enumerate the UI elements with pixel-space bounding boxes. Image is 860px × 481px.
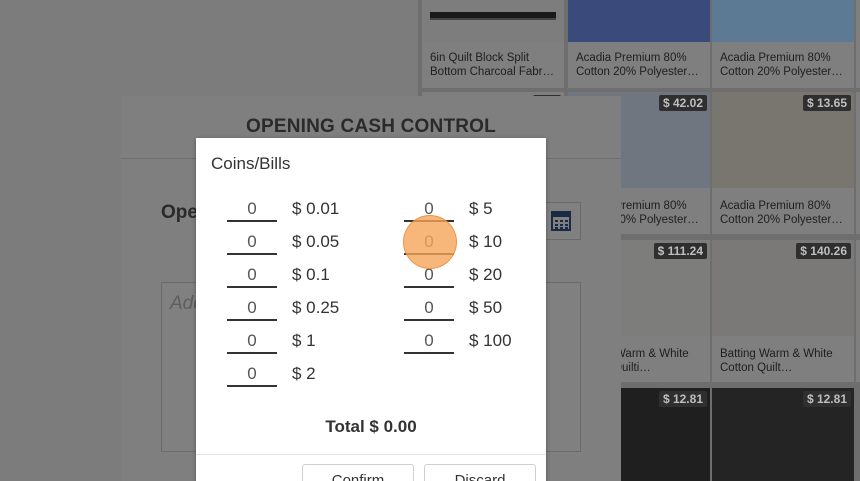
bill-denomination: $ 5 <box>469 199 493 218</box>
coin-qty-input[interactable]: 0 <box>227 330 277 354</box>
confirm-button[interactable]: Confirm <box>302 464 414 481</box>
coin-denomination: $ 0.05 <box>292 232 340 251</box>
product-card[interactable]: $ 140.26 Batting Warm & White Cotton Qui… <box>712 240 854 382</box>
coin-qty-input[interactable]: 0 <box>227 297 277 321</box>
price-badge: $ 42.02 <box>658 95 707 111</box>
coin-qty-input[interactable]: 0 <box>227 198 277 222</box>
price-badge: $ 12.81 <box>658 391 707 407</box>
popup-title: Coins/Bills <box>211 154 291 173</box>
bill-denomination: $ 100 <box>469 331 512 350</box>
coin-denomination: $ 1 <box>292 331 316 350</box>
total-amount: Total $ 0.00 <box>325 417 417 436</box>
price-badge: $ 140.26 <box>796 243 851 259</box>
price-badge: $ 111.24 <box>653 243 707 259</box>
product-image <box>568 0 710 42</box>
bill-denomination: $ 10 <box>469 232 503 251</box>
coin-denomination: $ 0.1 <box>292 265 330 284</box>
coin-qty-input[interactable]: 0 <box>227 231 277 255</box>
price-badge: $ 12.81 <box>802 391 851 407</box>
coin-qty-input[interactable]: 0 <box>227 264 277 288</box>
product-name: Acadia Premium 80% Cotton 20% Polyester… <box>720 52 843 78</box>
coin-qty-input[interactable]: 0 <box>227 363 277 387</box>
product-name: Acadia Premium 80% Cotton 20% Polyester… <box>720 200 843 226</box>
modal-title: OPENING CASH CONTROL <box>246 116 496 137</box>
quilt-rack-icon <box>430 12 556 20</box>
divider <box>196 454 546 455</box>
product-card[interactable] <box>856 92 860 234</box>
discard-button[interactable]: Discard <box>424 464 536 481</box>
product-image <box>712 0 854 42</box>
bill-qty-input[interactable]: 0 <box>404 297 454 321</box>
coin-denomination: $ 2 <box>292 364 316 383</box>
product-card[interactable]: Acadia Premium 80% Cotton 20% Polyester… <box>712 0 854 88</box>
product-card[interactable]: $ 13.65 Acadia Premium 80% Cotton 20% Po… <box>712 92 854 234</box>
coin-denomination: $ 0.25 <box>292 298 340 317</box>
product-card[interactable] <box>856 240 860 382</box>
product-card[interactable] <box>856 0 860 88</box>
coin-denomination: $ 0.01 <box>292 199 340 218</box>
product-card[interactable]: 6in Quilt Block Split Bottom Charcoal Fa… <box>422 0 564 88</box>
click-indicator <box>403 215 457 269</box>
product-image <box>422 0 564 42</box>
product-name: 6in Quilt Block Split Bottom Charcoal Fa… <box>430 52 554 78</box>
product-name: Batting Warm & White Cotton Quilt… <box>720 348 833 374</box>
product-card[interactable]: Acadia Premium 80% Cotton 20% Polyester… <box>568 0 710 88</box>
opening-cash-label: Ope <box>161 202 198 223</box>
coins-bills-popup: Coins/Bills 0 $ 0.01 0 $ 0.05 0 $ 0.1 0 … <box>196 138 546 481</box>
bill-denomination: $ 20 <box>469 265 503 284</box>
product-name: Acadia Premium 80% Cotton 20% Polyester… <box>576 52 699 78</box>
product-card[interactable]: $ 12.81 <box>712 388 854 481</box>
bill-qty-input[interactable]: 0 <box>404 330 454 354</box>
calculator-button[interactable] <box>541 202 581 240</box>
price-badge: $ 13.65 <box>802 95 851 111</box>
calculator-icon <box>551 211 571 231</box>
bill-denomination: $ 50 <box>469 298 503 317</box>
